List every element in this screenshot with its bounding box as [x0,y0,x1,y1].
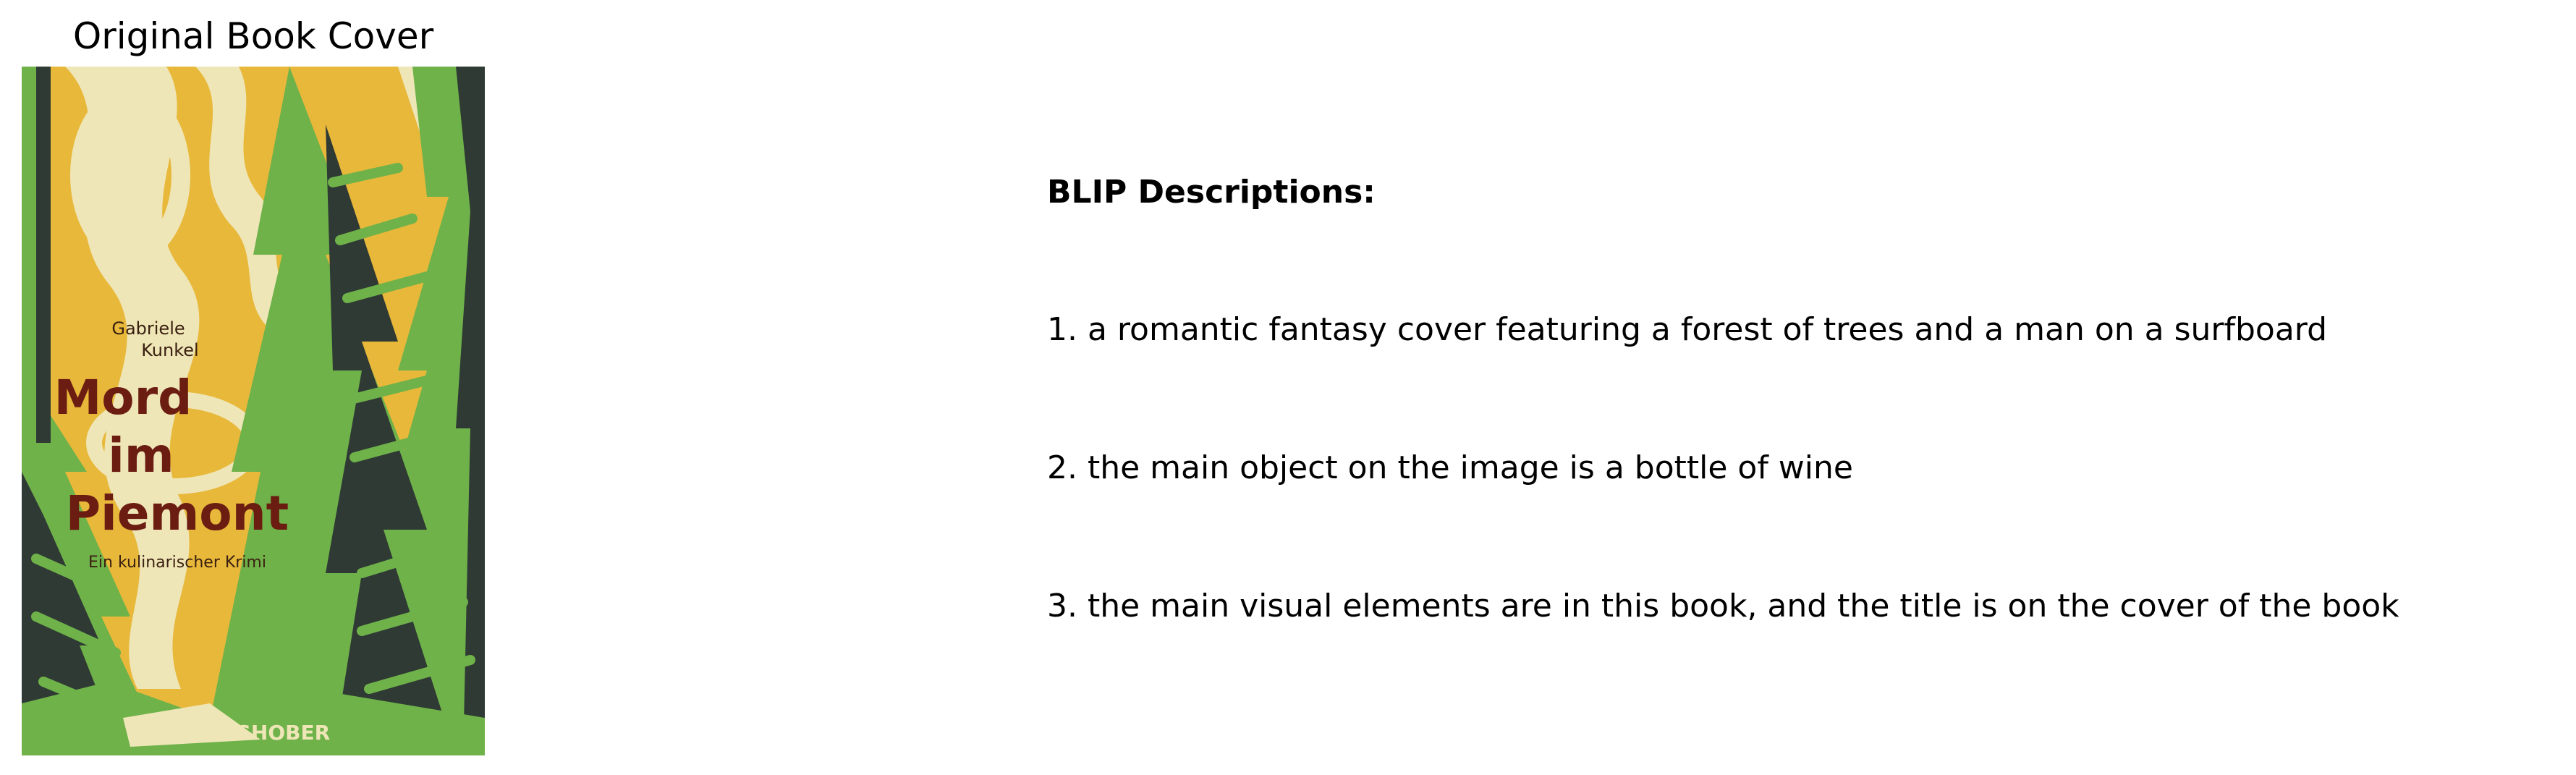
cover-title-line2: im [108,428,174,483]
descriptions-heading: BLIP Descriptions: [1047,174,1376,211]
cover-subtitle: Ein kulinarischer Krimi [88,554,266,572]
description-item-1: 1. a romantic fantasy cover featuring a … [1047,311,2328,348]
book-cover-image: Gabriele Kunkel Mord im Piemont Ein kuli… [22,67,485,755]
description-item-2: 2. the main object on the image is a bot… [1047,449,1853,486]
description-item-3: 3. the main visual elements are in this … [1047,588,2399,624]
cover-author-first: Gabriele [111,318,185,339]
cover-title-line3: Piemont [66,486,289,541]
cover-title-line1: Mord [54,370,192,425]
cover-heading: Original Book Cover [72,15,434,57]
cover-spine-text: Ein kulinarischer Krimi [35,124,46,238]
cover-author-last: Kunkel [141,340,198,360]
cover-publisher: TOSHOBER [206,721,330,745]
